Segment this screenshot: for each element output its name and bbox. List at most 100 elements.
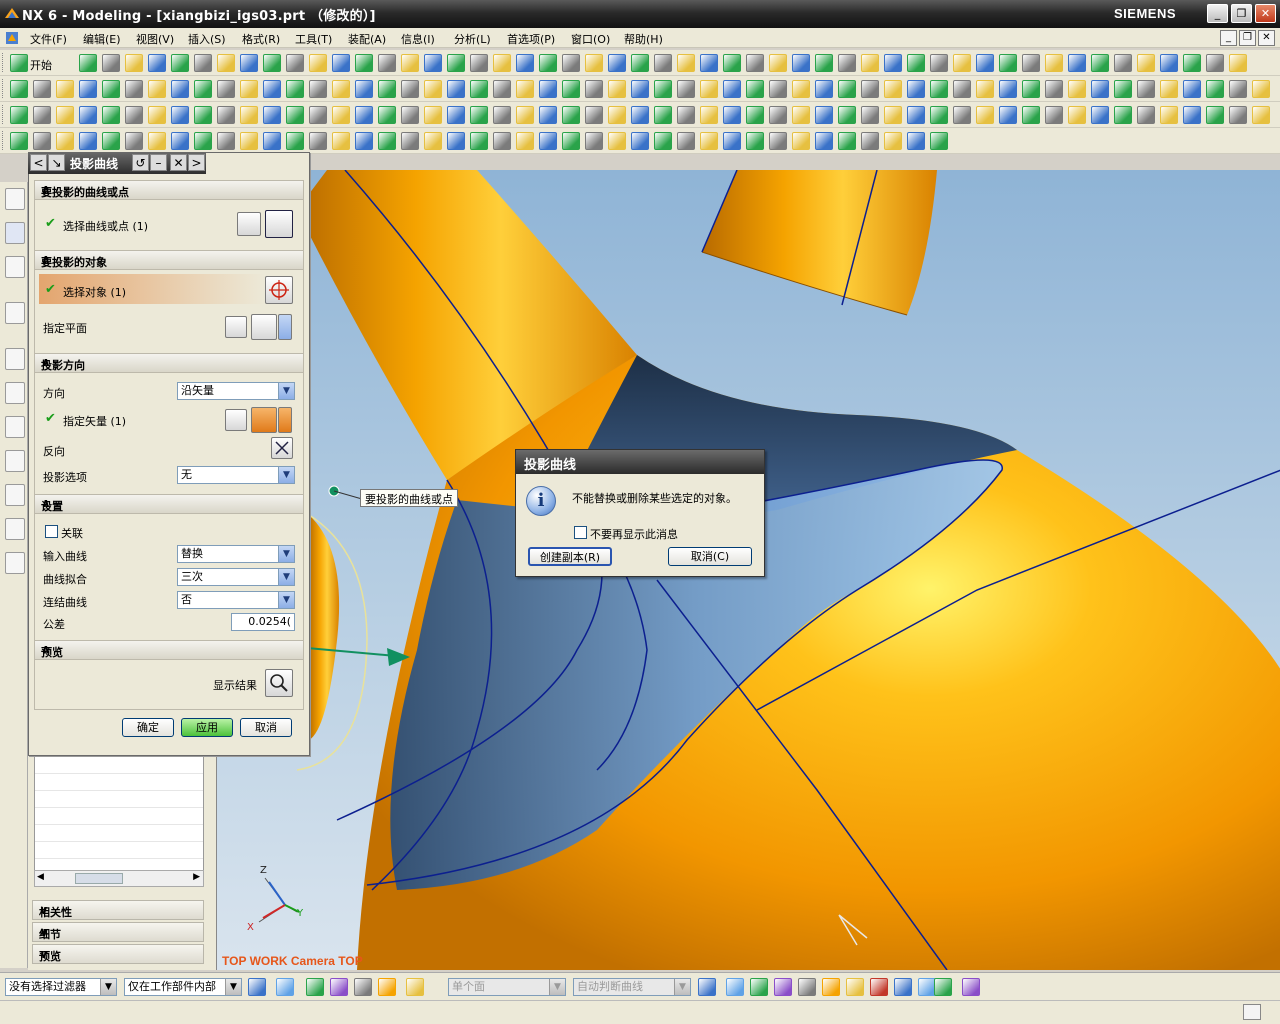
- toolbar-tool-icon[interactable]: [79, 54, 97, 72]
- plane-inferred-icon[interactable]: [251, 314, 277, 340]
- menu-window[interactable]: 窗口(O): [571, 31, 610, 47]
- toolbar-tool-icon[interactable]: [608, 54, 626, 72]
- part-navigator-icon[interactable]: [5, 222, 25, 244]
- toolbar-tool-icon[interactable]: [539, 106, 557, 124]
- palettes-icon[interactable]: [5, 552, 25, 574]
- toolbar-tool-icon[interactable]: [953, 106, 971, 124]
- toolbar-tool-icon[interactable]: [1183, 54, 1201, 72]
- toolbar-tool-icon[interactable]: [493, 54, 511, 72]
- selection-scope-select[interactable]: 仅在工作部件内部 ▼: [124, 978, 242, 996]
- toolbar-tool-icon[interactable]: [1091, 80, 1109, 98]
- toolbar-tool-icon[interactable]: [677, 80, 695, 98]
- toolbar-tool-icon[interactable]: [884, 54, 902, 72]
- toolbar-tool-icon[interactable]: [723, 106, 741, 124]
- toolbar-tool-icon[interactable]: [539, 80, 557, 98]
- toolbar-tool-icon[interactable]: [608, 106, 626, 124]
- toolbar-tool-icon[interactable]: [217, 106, 235, 124]
- toolbar-tool-icon[interactable]: [355, 132, 373, 150]
- toolbar-tool-icon[interactable]: [56, 80, 74, 98]
- toolbar-tool-icon[interactable]: [1022, 54, 1040, 72]
- toolbar-tool-icon[interactable]: [401, 54, 419, 72]
- toolbar-tool-icon[interactable]: [631, 132, 649, 150]
- toolbar-tool-icon[interactable]: [976, 54, 994, 72]
- type-filter-select[interactable]: 没有选择过滤器 ▼: [5, 978, 117, 996]
- toolbar-tool-icon[interactable]: [102, 54, 120, 72]
- toolbar-tool-icon[interactable]: [999, 106, 1017, 124]
- projection-option-select[interactable]: 无 ▼: [177, 466, 295, 484]
- toolbar-tool-icon[interactable]: [999, 80, 1017, 98]
- toolbar-tool-icon[interactable]: [631, 80, 649, 98]
- toolbar-tool-icon[interactable]: [1160, 80, 1178, 98]
- toolbar-tool-icon[interactable]: [309, 132, 327, 150]
- system-materials-icon[interactable]: [5, 382, 25, 404]
- toolbar-tool-icon[interactable]: [10, 80, 28, 98]
- curve-fit-select[interactable]: 三次 ▼: [177, 568, 295, 586]
- selection-tool-icon[interactable]: [774, 978, 792, 996]
- crosshair-select-icon[interactable]: [265, 276, 293, 304]
- select-curve-label[interactable]: 选择曲线或点 (1): [63, 218, 148, 234]
- toolbar-tool-icon[interactable]: [746, 132, 764, 150]
- toolbar-tool-icon[interactable]: [401, 80, 419, 98]
- magnifier-icon[interactable]: [265, 669, 293, 697]
- toolbar-tool-icon[interactable]: [746, 106, 764, 124]
- toolbar-tool-icon[interactable]: [33, 80, 51, 98]
- full-screen-icon[interactable]: [1243, 1004, 1261, 1020]
- select-object-label[interactable]: 选择对象 (1): [63, 284, 126, 300]
- toolbar-tool-icon[interactable]: [562, 106, 580, 124]
- toolbar-tool-icon[interactable]: [1206, 54, 1224, 72]
- toolbar-tool-icon[interactable]: [470, 54, 488, 72]
- mdi-restore-button[interactable]: ❐: [1239, 30, 1256, 46]
- toolbar-tool-icon[interactable]: [1045, 106, 1063, 124]
- toolbar-tool-icon[interactable]: [1229, 54, 1247, 72]
- associative-checkbox[interactable]: [45, 525, 58, 538]
- toolbar-tool-icon[interactable]: [884, 106, 902, 124]
- toolbar-tool-icon[interactable]: [815, 80, 833, 98]
- toolbar-tool-icon[interactable]: [838, 80, 856, 98]
- toolbar-tool-icon[interactable]: [677, 106, 695, 124]
- create-copy-button[interactable]: 创建副本(R): [528, 547, 612, 566]
- toolbar-tool-icon[interactable]: [240, 80, 258, 98]
- toolbar-tool-icon[interactable]: [148, 54, 166, 72]
- vector-inferred-icon[interactable]: [251, 407, 277, 433]
- roles-icon[interactable]: [5, 484, 25, 506]
- toolbar-tool-icon[interactable]: [930, 54, 948, 72]
- toolbar-tool-icon[interactable]: [677, 54, 695, 72]
- toolbar-tool-icon[interactable]: [286, 80, 304, 98]
- toolbar-tool-icon[interactable]: [309, 54, 327, 72]
- toolbar-tool-icon[interactable]: [1022, 106, 1040, 124]
- toolbar-tool-icon[interactable]: [1114, 54, 1132, 72]
- toolbar-tool-icon[interactable]: [286, 132, 304, 150]
- section-preview-header[interactable]: 预览 ∧: [34, 640, 304, 660]
- toolbar-tool-icon[interactable]: [953, 54, 971, 72]
- apply-button[interactable]: 应用: [181, 718, 233, 737]
- toolbar-tool-icon[interactable]: [700, 54, 718, 72]
- toolbar-tool-icon[interactable]: [907, 106, 925, 124]
- toolbar-tool-icon[interactable]: [33, 106, 51, 124]
- toolbar-tool-icon[interactable]: [148, 132, 166, 150]
- toolbar-tool-icon[interactable]: [10, 132, 28, 150]
- close-button[interactable]: ✕: [1255, 4, 1276, 23]
- toolbar-tool-icon[interactable]: [746, 80, 764, 98]
- reverse-direction-icon[interactable]: [271, 437, 293, 459]
- toolbar-tool-icon[interactable]: [171, 54, 189, 72]
- toolbar-tool-icon[interactable]: [654, 132, 672, 150]
- toolbar-tool-icon[interactable]: [562, 80, 580, 98]
- toolbar-tool-icon[interactable]: [723, 132, 741, 150]
- dialog-prev-button[interactable]: <: [30, 154, 47, 171]
- plane-dialog-icon[interactable]: [225, 316, 247, 338]
- toolbar-tool-icon[interactable]: [493, 80, 511, 98]
- toolbar-tool-icon[interactable]: [861, 106, 879, 124]
- menu-insert[interactable]: 插入(S): [188, 31, 226, 47]
- toolbar-tool-icon[interactable]: [217, 54, 235, 72]
- toolbar-tool-icon[interactable]: [401, 106, 419, 124]
- selection-tool-icon[interactable]: [934, 978, 952, 996]
- toolbar-tool-icon[interactable]: [953, 80, 971, 98]
- toolbar-tool-icon[interactable]: [1114, 80, 1132, 98]
- selection-tool-icon[interactable]: [822, 978, 840, 996]
- toolbar-tool-icon[interactable]: [562, 54, 580, 72]
- selection-tool-icon[interactable]: [306, 978, 324, 996]
- toolbar-tool-icon[interactable]: [815, 132, 833, 150]
- toolbar-tool-icon[interactable]: [355, 106, 373, 124]
- toolbar-tool-icon[interactable]: [1068, 80, 1086, 98]
- toolbar-tool-icon[interactable]: [585, 106, 603, 124]
